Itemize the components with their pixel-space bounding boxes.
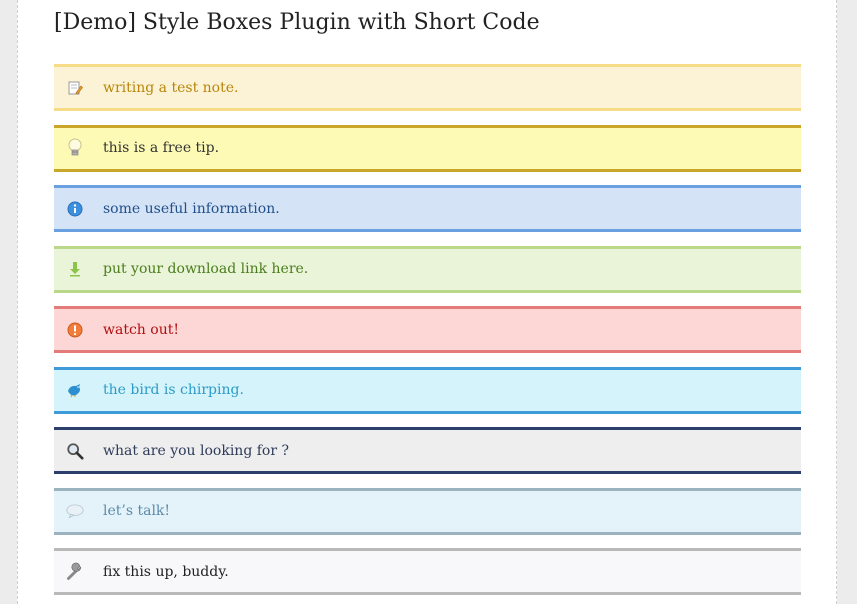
tip-box: this is a free tip. [54, 124, 801, 172]
style-boxes-list: writing a test note. this is a free tip. [54, 64, 801, 604]
pencil-note-icon [66, 79, 84, 97]
warning-text: watch out! [103, 321, 179, 338]
talk-text: let’s talk! [103, 503, 171, 519]
tool-text: fix this up, buddy. [103, 563, 229, 580]
wrench-icon [66, 562, 84, 581]
page-title: [Demo] Style Boxes Plugin with Short Cod… [54, 10, 540, 35]
download-text: put your download link here. [103, 261, 309, 277]
tip-text: this is a free tip. [103, 140, 220, 156]
tool-box: fix this up, buddy. [54, 548, 801, 595]
magnifier-icon [66, 442, 84, 460]
warning-box: watch out! [54, 306, 801, 353]
lightbulb-icon [66, 138, 84, 157]
speech-bubble-icon [66, 502, 84, 520]
search-box: what are you looking for ? [54, 427, 801, 474]
download-box: put your download link here. [54, 245, 801, 293]
info-icon [66, 200, 84, 218]
info-box: some useful information. [54, 185, 801, 232]
talk-box: let’s talk! [54, 487, 801, 535]
note-box: writing a test note. [54, 64, 801, 111]
info-text: some useful information. [103, 200, 280, 217]
page: [Demo] Style Boxes Plugin with Short Cod… [0, 0, 857, 604]
twitter-box: the bird is chirping. [54, 366, 801, 414]
content-area: [Demo] Style Boxes Plugin with Short Cod… [17, 0, 837, 604]
twitter-text: the bird is chirping. [103, 382, 244, 398]
download-arrow-icon [66, 260, 84, 278]
bird-icon [66, 381, 84, 399]
note-text: writing a test note. [103, 79, 239, 96]
warning-icon [66, 321, 84, 339]
search-text: what are you looking for ? [103, 442, 289, 459]
